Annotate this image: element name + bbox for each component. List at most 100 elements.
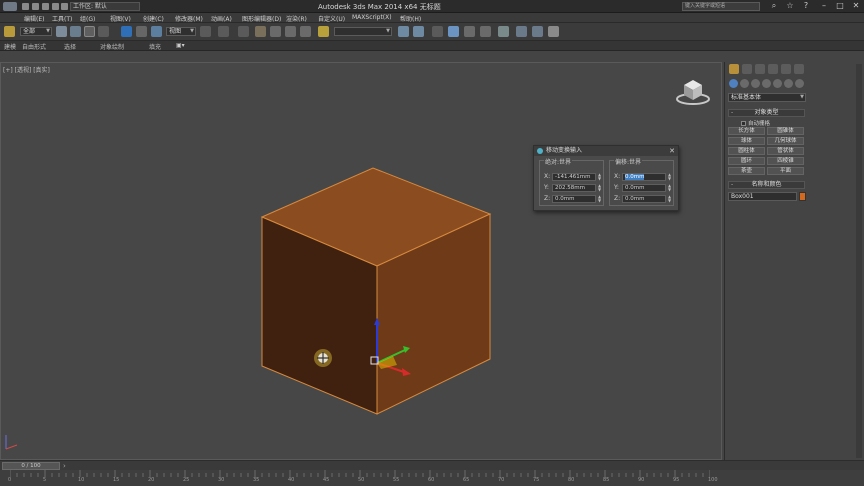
modify-tab-icon[interactable]	[742, 64, 752, 74]
tab-modeling[interactable]: 建模	[4, 42, 16, 51]
lights-icon[interactable]	[751, 79, 760, 88]
move-tool-icon[interactable]	[121, 26, 132, 37]
tab-selection[interactable]: 选择	[64, 42, 76, 51]
render-setup-icon[interactable]	[516, 26, 527, 37]
cone-button[interactable]: 圆锥体	[767, 127, 804, 135]
render-production-icon[interactable]	[548, 26, 559, 37]
spinner-snap-icon[interactable]	[300, 26, 311, 37]
material-editor-icon[interactable]	[498, 26, 509, 37]
select-manipulate-icon[interactable]	[218, 26, 229, 37]
maximize-icon[interactable]: □	[834, 1, 846, 11]
star-icon[interactable]: ☆	[784, 1, 796, 11]
undo-icon[interactable]	[52, 3, 59, 10]
menu-edit[interactable]: 编辑(E)	[24, 14, 44, 23]
schematic-view-icon[interactable]	[480, 26, 491, 37]
menu-animation[interactable]: 动画(A)	[211, 14, 232, 23]
menu-rendering[interactable]: 渲染(R)	[286, 14, 307, 23]
create-tab-icon[interactable]	[729, 64, 739, 74]
torus-button[interactable]: 圆环	[728, 157, 765, 165]
geometry-icon[interactable]	[729, 79, 738, 88]
motion-tab-icon[interactable]	[768, 64, 778, 74]
search-input[interactable]: 键入关键字或短语	[682, 2, 760, 11]
edit-named-selection-icon[interactable]	[318, 26, 329, 37]
hierarchy-tab-icon[interactable]	[755, 64, 765, 74]
keyboard-shortcut-icon[interactable]	[238, 26, 249, 37]
checkbox-icon[interactable]	[741, 121, 746, 126]
layer-manager-icon[interactable]	[432, 26, 443, 37]
time-slider[interactable]: 0 / 100 ›	[0, 460, 864, 470]
workspace-dropdown[interactable]: 工作区: 默认	[70, 2, 140, 11]
absolute-y-field[interactable]: 202.58mm	[552, 184, 596, 192]
object-name-input[interactable]: Box001	[728, 192, 797, 201]
offset-z-field[interactable]: 0.0mm	[622, 195, 666, 203]
mirror-icon[interactable]	[398, 26, 409, 37]
absolute-x-field[interactable]: -141.461mm	[552, 173, 596, 181]
offset-x-field[interactable]: 0.0mm	[622, 173, 666, 181]
reference-coord-dropdown[interactable]: 视图	[166, 27, 196, 36]
undo-toolbar-icon[interactable]	[4, 26, 15, 37]
angle-snap-icon[interactable]	[270, 26, 281, 37]
new-file-icon[interactable]	[22, 3, 29, 10]
spinner-icon[interactable]: ▲ ▼	[667, 195, 672, 203]
spinner-icon[interactable]: ▲ ▼	[597, 173, 602, 181]
command-panel-scrollbar[interactable]	[856, 64, 862, 458]
percent-snap-icon[interactable]	[285, 26, 296, 37]
perspective-viewport[interactable]: [+] [透视] [真实]	[0, 62, 722, 460]
space-warps-icon[interactable]	[784, 79, 793, 88]
sphere-button[interactable]: 球体	[728, 137, 765, 145]
plane-button[interactable]: 平面	[767, 167, 804, 175]
dialog-title[interactable]: 移动变换输入	[534, 146, 678, 156]
window-crossing-icon[interactable]	[98, 26, 109, 37]
geosphere-button[interactable]: 几何球体	[767, 137, 804, 145]
select-object-icon[interactable]	[56, 26, 67, 37]
open-file-icon[interactable]	[32, 3, 39, 10]
menu-maxscript[interactable]: MAXScript(X)	[352, 14, 392, 21]
selection-filter-dropdown[interactable]: 全部	[20, 27, 52, 36]
next-frame-icon[interactable]: ›	[63, 462, 66, 470]
redo-icon[interactable]	[61, 3, 68, 10]
viewcube-icon[interactable]	[676, 80, 710, 105]
track-bar[interactable]: 0 5 10 15 20 25 30 35 40 45 50 55 60 65 70 75 80 85 90 95 10…	[0, 470, 864, 486]
pyramid-button[interactable]: 四棱锥	[767, 157, 804, 165]
tab-populate[interactable]: 填充	[149, 42, 161, 51]
tab-object-paint[interactable]: 对象绘制	[100, 42, 124, 51]
save-file-icon[interactable]	[42, 3, 49, 10]
helpers-icon[interactable]	[773, 79, 782, 88]
menu-customize[interactable]: 自定义(U)	[318, 14, 345, 23]
spinner-icon[interactable]: ▲ ▼	[667, 184, 672, 192]
pivot-center-icon[interactable]	[200, 26, 211, 37]
tube-button[interactable]: 管状体	[767, 147, 804, 155]
graphite-toggle-icon[interactable]	[448, 26, 459, 37]
ribbon-toggle-icon[interactable]: ▣▾	[176, 42, 185, 49]
teapot-button[interactable]: 茶壶	[728, 167, 765, 175]
category-dropdown[interactable]: 标准基本体	[728, 93, 806, 102]
rendered-frame-icon[interactable]	[532, 26, 543, 37]
name-color-rollout[interactable]: 名称和颜色	[728, 181, 805, 189]
curve-editor-icon[interactable]	[464, 26, 475, 37]
move-transform-dialog[interactable]: 移动变换输入 ✕ 绝对:世界 X: -141.461mm ▲ ▼ Y: 202.5…	[533, 145, 679, 211]
menu-group[interactable]: 组(G)	[80, 14, 95, 23]
menu-help[interactable]: 帮助(H)	[400, 14, 421, 23]
systems-icon[interactable]	[795, 79, 804, 88]
object-color-swatch[interactable]	[799, 192, 806, 201]
object-type-rollout[interactable]: 对象类型	[728, 109, 805, 117]
spinner-icon[interactable]: ▲ ▼	[667, 173, 672, 181]
menu-create[interactable]: 创建(C)	[143, 14, 164, 23]
snap-toggle-icon[interactable]	[255, 26, 266, 37]
named-selection-dropdown[interactable]	[334, 27, 392, 36]
offset-y-field[interactable]: 0.0mm	[622, 184, 666, 192]
box-button[interactable]: 长方体	[728, 127, 765, 135]
dialog-close-icon[interactable]: ✕	[668, 147, 676, 155]
menu-views[interactable]: 视图(V)	[110, 14, 131, 23]
align-icon[interactable]	[413, 26, 424, 37]
absolute-z-field[interactable]: 0.0mm	[552, 195, 596, 203]
help-icon[interactable]: ?	[800, 1, 812, 11]
cylinder-button[interactable]: 圆柱体	[728, 147, 765, 155]
rotate-tool-icon[interactable]	[136, 26, 147, 37]
close-icon[interactable]: ✕	[850, 1, 862, 11]
select-by-name-icon[interactable]	[70, 26, 81, 37]
spinner-icon[interactable]: ▲ ▼	[597, 195, 602, 203]
time-slider-thumb[interactable]: 0 / 100	[2, 462, 60, 470]
utilities-tab-icon[interactable]	[794, 64, 804, 74]
minimize-icon[interactable]: –	[818, 1, 830, 11]
